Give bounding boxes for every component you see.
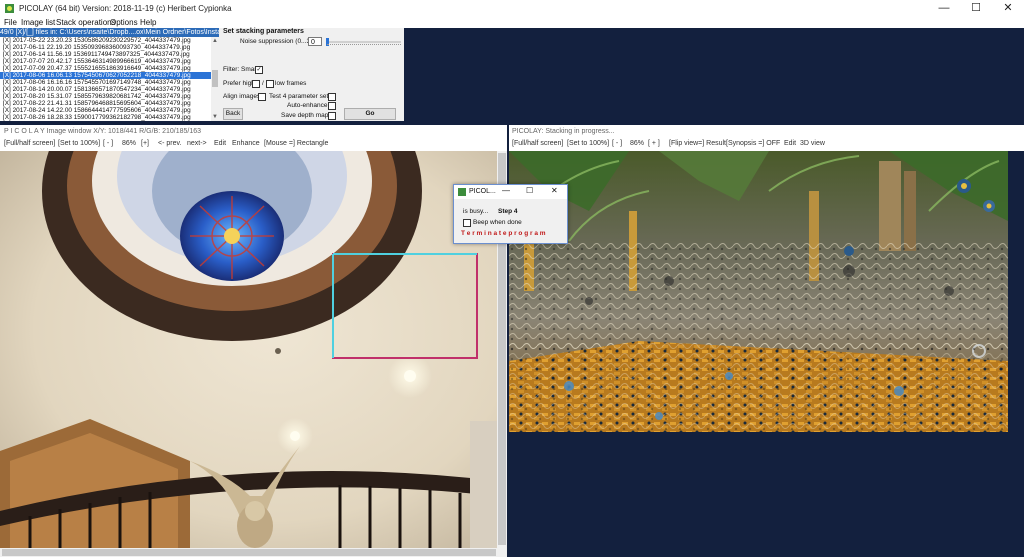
params-heading: Set stacking parameters xyxy=(223,28,304,35)
scroll-thumb[interactable] xyxy=(2,549,496,556)
full-half-screen-button[interactable]: [Full/half screen] xyxy=(512,140,563,147)
stack-window-title-bar: PICOLAY: Stacking in progress... xyxy=(509,125,1024,138)
prefer-label: Prefer high xyxy=(223,80,255,87)
3d-view-button[interactable]: 3D view xyxy=(800,140,825,147)
menu-help[interactable]: Help xyxy=(140,17,156,28)
zoom-out-button[interactable]: [ - ] xyxy=(103,140,113,147)
list-item[interactable]: [X] 2017-07-09 20.47.37 1555216551863916… xyxy=(3,65,191,72)
step-label: Step 4 xyxy=(498,208,518,215)
desktop-background xyxy=(404,28,1024,121)
synopsis-button[interactable]: [Synopsis =] OFF xyxy=(726,140,780,147)
test4-label: Test 4 parameter sets xyxy=(269,93,332,100)
low-frames-checkbox[interactable] xyxy=(266,80,274,88)
list-item[interactable]: [X] 2017-08-24 14.22.00 1586644414777595… xyxy=(3,107,191,114)
slider-ticks xyxy=(327,44,401,47)
align-label: Align images xyxy=(223,93,261,100)
mouse-mode-button[interactable]: [Mouse =] Rectangle xyxy=(264,140,328,147)
stack-window-title: PICOLAY: Stacking in progress... xyxy=(512,128,615,135)
zoom-level: 86% xyxy=(630,140,645,147)
filter-checkbox[interactable]: ✓ xyxy=(255,66,263,74)
edit-button[interactable]: Edit xyxy=(784,140,796,147)
beep-checkbox[interactable] xyxy=(463,219,471,227)
list-item[interactable]: [X] 2017-06-11 22.19.20 1535093968360093… xyxy=(3,44,190,51)
noise-input[interactable]: 0 xyxy=(308,37,322,46)
minimize-icon[interactable]: — xyxy=(928,0,960,17)
low-frames-label: low frames xyxy=(275,80,307,87)
source-image[interactable] xyxy=(0,151,497,548)
title-bar: PICOLAY (64 bit) Version: 2018-11-19 (c)… xyxy=(0,0,1024,18)
status-label: is busy... xyxy=(463,208,489,215)
file-list-header: 49/0 [X]/[_] files in: C:\Users\nsaite\D… xyxy=(0,28,219,37)
list-item[interactable]: [X] 2017-08-14 20.00.07 1581366571870547… xyxy=(3,86,191,93)
close-icon[interactable]: ✕ xyxy=(551,186,558,195)
back-button[interactable]: Back xyxy=(223,108,243,120)
set-100-button[interactable]: [Set to 100%] xyxy=(567,140,609,147)
image-window-title: P I C O L A Y Image window X/Y: 1018/441… xyxy=(4,128,202,135)
zoom-out-button[interactable]: [ - ] xyxy=(612,140,622,147)
beep-label: Beep when done xyxy=(473,219,522,226)
test4-checkbox[interactable] xyxy=(328,93,336,101)
next-button[interactable]: next-> xyxy=(187,140,207,147)
zoom-level: 86% xyxy=(122,140,137,147)
maximize-icon[interactable]: ☐ xyxy=(526,186,533,195)
list-item[interactable]: [X] 2017-07-07 20.42.17 1553646314989966… xyxy=(3,58,191,65)
menu-file[interactable]: File xyxy=(4,17,17,28)
save-depth-label: Save depth map xyxy=(281,112,329,119)
set-100-button[interactable]: [Set to 100%] xyxy=(58,140,100,147)
stacking-result-image[interactable] xyxy=(509,151,1008,432)
minimize-icon[interactable]: — xyxy=(502,186,510,195)
menu-image-list[interactable]: Image list xyxy=(21,17,55,28)
edit-button[interactable]: Edit xyxy=(214,140,226,147)
noise-slider-track[interactable] xyxy=(326,41,401,43)
list-item[interactable]: [X] 2017-08-26 18.28.33 1590017799362182… xyxy=(3,114,191,121)
terminate-button[interactable]: T e r m i n a t e p r o g r a m xyxy=(461,230,546,237)
save-depth-checkbox[interactable] xyxy=(328,112,336,120)
app-icon xyxy=(458,188,466,196)
busy-dialog: PICOL... — ☐ ✕ is busy... Step 4 Beep wh… xyxy=(453,184,568,244)
menu-bar: File Image list Stack operations Options… xyxy=(0,17,1024,28)
flip-view-button[interactable]: [Flip view=] Result xyxy=(669,140,726,147)
window-title: PICOLAY (64 bit) Version: 2018-11-19 (c)… xyxy=(19,4,232,13)
filter-label: Filter: Smart xyxy=(223,66,259,73)
scroll-thumb[interactable] xyxy=(212,70,218,87)
app-icon xyxy=(4,3,15,14)
go-button[interactable]: Go xyxy=(344,108,396,120)
list-item[interactable]: [X] 2017-06-14 11.56.19 1536911749473897… xyxy=(3,51,190,58)
list-item-selected[interactable]: [X] 2017-08-06 16.06.13 1575450670627052… xyxy=(0,72,211,79)
auto-enhance-label: Auto-enhance xyxy=(287,102,328,109)
menu-stack-operations[interactable]: Stack operations xyxy=(56,17,116,28)
align-checkbox[interactable] xyxy=(258,93,266,101)
file-list[interactable]: [X] 2017-05-22 23.20.23 1530586209230229… xyxy=(0,37,211,121)
zoom-in-button[interactable]: [+] xyxy=(141,140,149,147)
stack-window-toolbar: [Full/half screen] [Set to 100%] [ - ] 8… xyxy=(509,138,1024,151)
file-list-scrollbar[interactable]: ▲ ▼ xyxy=(211,37,219,121)
zoom-in-button[interactable]: [ + ] xyxy=(648,140,660,147)
list-item[interactable]: [X] 2017-08-06 16.16.16 1575455701697149… xyxy=(3,79,191,86)
close-icon[interactable]: ✕ xyxy=(992,0,1024,17)
auto-enhance-checkbox[interactable] xyxy=(328,102,336,110)
dialog-title: PICOL... xyxy=(469,188,496,195)
list-item[interactable]: [X] 2017-08-20 15.31.07 1585579639820681… xyxy=(3,93,191,100)
enhance-button[interactable]: Enhance xyxy=(232,140,260,147)
list-item[interactable]: [X] 2017-08-22 21.41.31 1585796468815695… xyxy=(3,100,191,107)
image-window-toolbar: [Full/half screen] [Set to 100%] [ - ] 8… xyxy=(0,138,507,151)
stacking-parameters-panel: Set stacking parameters Noise suppressio… xyxy=(219,28,404,121)
menu-options[interactable]: Options xyxy=(110,17,138,28)
maximize-icon[interactable]: ☐ xyxy=(960,0,992,17)
image-window-title-bar: P I C O L A Y Image window X/Y: 1018/441… xyxy=(0,125,507,138)
prev-button[interactable]: <- prev. xyxy=(158,140,181,147)
noise-label: Noise suppression (0...30) xyxy=(240,38,316,45)
full-half-screen-button[interactable]: [Full/half screen] xyxy=(4,140,55,147)
scroll-arrow-icon[interactable]: ▲ xyxy=(211,37,219,45)
scroll-arrow-icon[interactable]: ▼ xyxy=(211,113,219,121)
image-horizontal-scrollbar[interactable] xyxy=(0,548,507,557)
prefer-high-checkbox[interactable] xyxy=(252,80,260,88)
prefer-slash: / xyxy=(262,80,264,87)
list-item[interactable]: [X] 2017-05-22 23.20.23 1530586209230229… xyxy=(3,37,191,44)
